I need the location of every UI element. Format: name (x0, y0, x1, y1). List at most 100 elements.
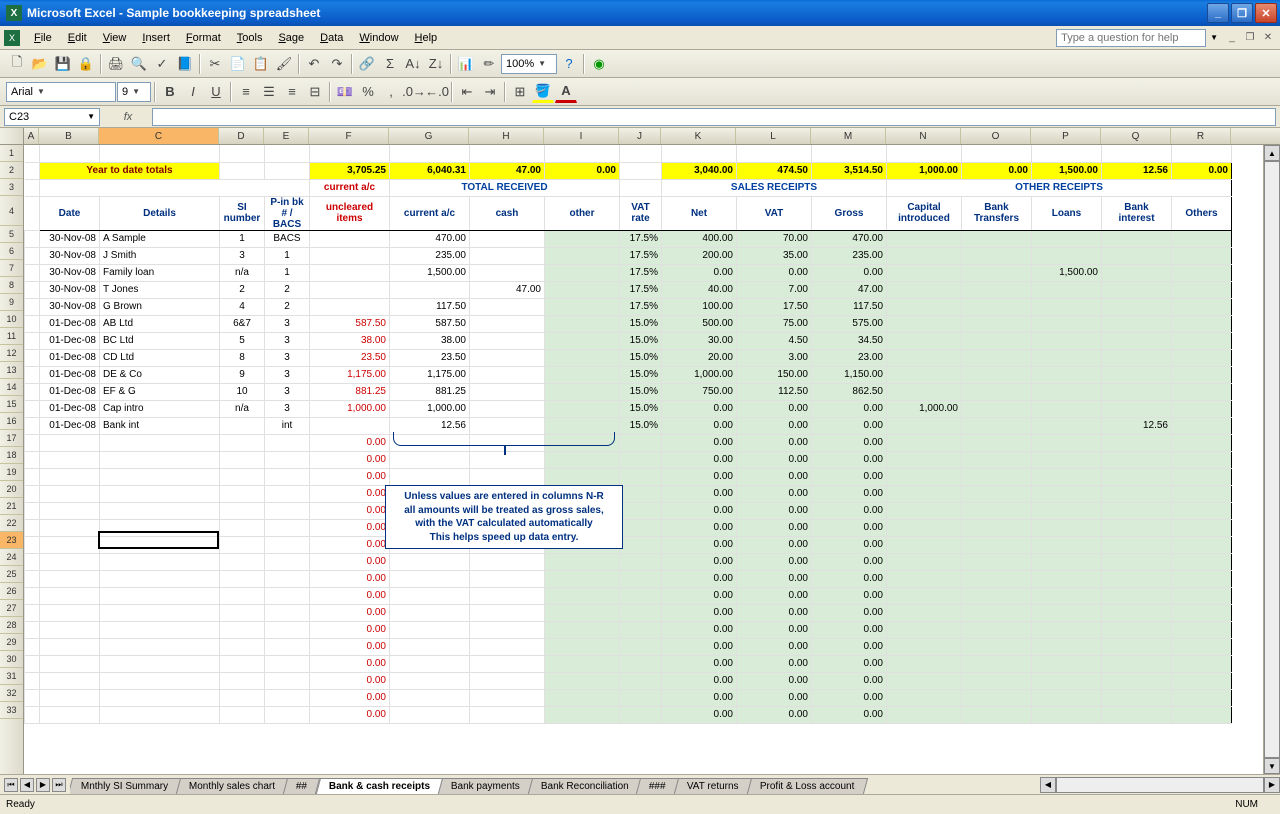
cell[interactable]: 30.00 (662, 332, 737, 349)
cell[interactable] (100, 570, 220, 587)
cell[interactable] (470, 655, 545, 672)
cell[interactable] (100, 621, 220, 638)
row-header-25[interactable]: 25 (0, 566, 23, 583)
cell[interactable]: 01-Dec-08 (40, 349, 100, 366)
cell[interactable] (962, 366, 1032, 383)
cell[interactable]: T Jones (100, 281, 220, 298)
cell[interactable] (1102, 434, 1172, 451)
cell[interactable] (470, 672, 545, 689)
cell[interactable] (390, 468, 470, 485)
cell[interactable] (40, 553, 100, 570)
cell[interactable] (1032, 468, 1102, 485)
cell[interactable] (887, 281, 962, 298)
cell[interactable] (310, 145, 390, 162)
cell[interactable]: 30-Nov-08 (40, 298, 100, 315)
redo-icon[interactable]: ↷ (326, 53, 348, 75)
cell[interactable] (220, 468, 265, 485)
cell[interactable]: 0.00 (662, 434, 737, 451)
cell[interactable] (100, 672, 220, 689)
cell[interactable] (1172, 604, 1232, 621)
cell[interactable]: 0.00 (737, 706, 812, 723)
print-icon[interactable]: 🖨 (105, 53, 127, 75)
cell[interactable] (390, 621, 470, 638)
cell[interactable] (265, 434, 310, 451)
cell[interactable] (1172, 706, 1232, 723)
cell[interactable]: 587.50 (390, 315, 470, 332)
cell[interactable] (25, 196, 40, 230)
sheet-tab[interactable]: Bank Reconciliation (527, 778, 641, 794)
cell[interactable]: 0.00 (1172, 162, 1232, 179)
menu-format[interactable]: Format (178, 29, 229, 47)
cell[interactable] (545, 315, 620, 332)
cell[interactable] (1102, 553, 1172, 570)
cell[interactable] (620, 689, 662, 706)
cell[interactable] (962, 519, 1032, 536)
cell[interactable] (265, 536, 310, 553)
cell[interactable] (220, 655, 265, 672)
cell[interactable] (470, 638, 545, 655)
name-box[interactable]: C23▼ (4, 108, 100, 126)
cell[interactable]: 3 (265, 315, 310, 332)
cell[interactable]: 47.00 (470, 281, 545, 298)
cell[interactable] (25, 383, 40, 400)
decrease-decimal-icon[interactable]: ←.0 (426, 81, 448, 103)
cell[interactable]: current a/c (390, 196, 470, 230)
research-icon[interactable]: 📘 (174, 53, 196, 75)
tab-last-icon[interactable]: ⏭ (52, 778, 66, 792)
fill-color-icon[interactable]: 🪣 (532, 81, 554, 103)
cell[interactable] (1172, 315, 1232, 332)
cell[interactable] (100, 587, 220, 604)
cell[interactable]: 0.00 (812, 519, 887, 536)
cell[interactable] (25, 468, 40, 485)
ask-dropdown-icon[interactable]: ▼ (1210, 33, 1218, 42)
undo-icon[interactable]: ↶ (303, 53, 325, 75)
cell[interactable] (1032, 638, 1102, 655)
cell[interactable] (1032, 451, 1102, 468)
col-header-D[interactable]: D (219, 128, 264, 144)
cell[interactable] (887, 298, 962, 315)
cell[interactable] (1032, 332, 1102, 349)
cell[interactable] (545, 247, 620, 264)
cell[interactable] (1102, 536, 1172, 553)
cell[interactable]: 0.00 (812, 264, 887, 281)
cell[interactable] (545, 689, 620, 706)
cell[interactable] (1032, 383, 1102, 400)
cell[interactable] (887, 417, 962, 434)
cell[interactable] (887, 621, 962, 638)
cell[interactable] (962, 672, 1032, 689)
cell[interactable] (1032, 570, 1102, 587)
cell[interactable] (962, 298, 1032, 315)
cell[interactable]: 0.00 (812, 570, 887, 587)
font-size-combo[interactable]: 9▼ (117, 82, 151, 102)
cell[interactable] (220, 672, 265, 689)
cell[interactable] (40, 434, 100, 451)
cell[interactable] (962, 281, 1032, 298)
cell[interactable]: 01-Dec-08 (40, 332, 100, 349)
cell[interactable]: 0.00 (545, 162, 620, 179)
cell[interactable]: 0.00 (310, 468, 390, 485)
cell[interactable] (1032, 400, 1102, 417)
cell[interactable] (887, 485, 962, 502)
cell[interactable] (265, 502, 310, 519)
bold-button[interactable]: B (159, 81, 181, 103)
cell[interactable] (470, 587, 545, 604)
cell[interactable]: Capital introduced (887, 196, 962, 230)
cell[interactable] (40, 179, 310, 196)
chart-wizard-icon[interactable]: 📊 (455, 53, 477, 75)
cell[interactable]: 0.00 (662, 706, 737, 723)
cell[interactable]: 862.50 (812, 383, 887, 400)
cell[interactable] (545, 298, 620, 315)
cell[interactable]: 1,000.00 (310, 400, 390, 417)
cut-icon[interactable]: ✂ (204, 53, 226, 75)
cell[interactable] (662, 145, 737, 162)
cell[interactable]: 0.00 (662, 553, 737, 570)
cell[interactable]: 0.00 (662, 417, 737, 434)
cell[interactable] (962, 570, 1032, 587)
cell[interactable]: 0.00 (310, 604, 390, 621)
cell[interactable]: 3 (265, 366, 310, 383)
col-header-H[interactable]: H (469, 128, 544, 144)
cell[interactable]: 2 (220, 281, 265, 298)
cell[interactable]: 0.00 (662, 638, 737, 655)
cell[interactable] (100, 536, 220, 553)
merge-center-icon[interactable]: ⊟ (304, 81, 326, 103)
